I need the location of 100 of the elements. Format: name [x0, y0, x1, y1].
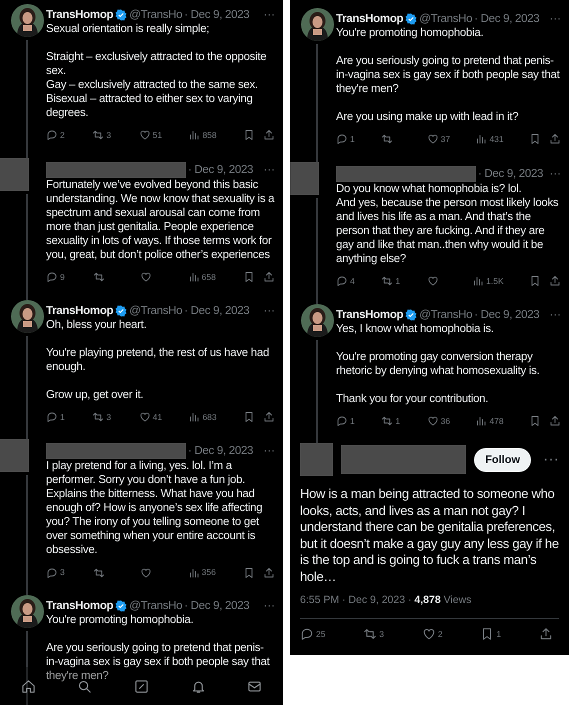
count: 1: [496, 628, 502, 640]
count: 3: [379, 628, 384, 640]
avatar[interactable]: [10, 300, 44, 332]
reply-icon[interactable]: [300, 627, 314, 641]
count: 431: [489, 133, 504, 146]
username[interactable]: @TransHo: [129, 599, 182, 613]
post-date[interactable]: · Dec 9, 2023: [478, 166, 544, 181]
bar-chart-icon[interactable]: [188, 410, 200, 423]
more-button[interactable]: ···: [260, 599, 275, 613]
post-date[interactable]: · Dec 9, 2023: [188, 162, 254, 177]
count: 658: [202, 270, 216, 284]
reply-icon[interactable]: [336, 414, 348, 427]
avatar[interactable]: [10, 4, 44, 37]
heart-icon[interactable]: [422, 627, 436, 641]
share-icon[interactable]: [262, 129, 275, 142]
repost-icon[interactable]: [92, 129, 104, 142]
more-button[interactable]: ···: [539, 448, 559, 472]
bookmark-icon[interactable]: [242, 410, 255, 423]
post-text: Are you seriously going to pretend that penis-in-vagina sex is gay sex if both people say that they're men?: [46, 641, 271, 683]
post-text: Do you know what homophobia is? lol. And yes, because the person most likely looks and lives his life as a man. And that’s the person that they are fucking. And if they are gay and like that man..then why would it be anything else?: [336, 182, 560, 266]
post-date[interactable]: · Dec 9, 2023: [184, 304, 250, 318]
bookmark-icon[interactable]: [243, 566, 255, 579]
share-icon[interactable]: [263, 566, 275, 579]
bar-chart-icon[interactable]: [472, 275, 484, 288]
bell-icon[interactable]: [190, 678, 206, 694]
bookmark-icon[interactable]: [242, 129, 255, 142]
repost-icon[interactable]: [381, 133, 394, 146]
heart-icon[interactable]: [140, 566, 152, 579]
reply-icon[interactable]: [46, 566, 58, 579]
share-icon[interactable]: [263, 271, 275, 284]
share-icon[interactable]: [538, 627, 553, 641]
display-name[interactable]: TransHomop: [46, 8, 114, 22]
share-icon[interactable]: [262, 410, 275, 423]
bookmark-icon[interactable]: [243, 271, 255, 284]
repost-icon[interactable]: [92, 410, 104, 423]
heart-icon[interactable]: [140, 271, 152, 284]
avatar[interactable]: [300, 8, 334, 41]
repost-icon[interactable]: [93, 566, 106, 579]
redaction-block: [0, 158, 29, 191]
reply-icon[interactable]: [336, 275, 348, 288]
bar-chart-icon[interactable]: [475, 414, 488, 427]
count: 683: [202, 410, 217, 424]
reply-icon[interactable]: [336, 133, 348, 146]
bookmark-icon[interactable]: [529, 275, 541, 288]
post-text: Sexual orientation is really simple;: [46, 22, 210, 36]
repost-icon[interactable]: [381, 275, 394, 288]
more-button[interactable]: ···: [260, 304, 275, 318]
count: 356: [202, 566, 216, 579]
share-icon[interactable]: [548, 133, 561, 146]
bookmark-icon[interactable]: [528, 414, 541, 427]
repost-icon[interactable]: [363, 627, 378, 641]
avatar[interactable]: [10, 595, 44, 628]
display-name[interactable]: TransHomop: [336, 308, 404, 322]
heart-icon[interactable]: [426, 275, 439, 288]
post-date[interactable]: · Dec 9, 2023: [184, 8, 250, 22]
count: 3: [106, 129, 112, 142]
share-icon[interactable]: [549, 275, 561, 288]
display-name[interactable]: TransHomop: [46, 304, 114, 318]
avatar[interactable]: [300, 304, 334, 336]
username[interactable]: @TransHo: [419, 308, 472, 322]
more-button[interactable]: ···: [546, 308, 561, 322]
more-button[interactable]: ···: [260, 444, 275, 458]
reply-icon[interactable]: [46, 271, 58, 284]
count: 1: [60, 410, 65, 424]
post-text: How is a man being attracted to someone who looks, acts, and lives as a man not gay? I understand there can be genitalia preferences, but it doesn’t make a gay guy any less gay if he is the top and is going to fuck a trans man’s hole…: [300, 486, 559, 586]
username[interactable]: @TransHo: [419, 12, 472, 26]
reply-icon[interactable]: [46, 129, 58, 142]
username[interactable]: @TransHo: [129, 8, 182, 22]
home-icon[interactable]: [20, 678, 36, 694]
bar-chart-icon[interactable]: [188, 566, 200, 579]
heart-icon[interactable]: [426, 414, 439, 427]
bar-chart-icon[interactable]: [188, 129, 200, 142]
more-button[interactable]: ···: [260, 8, 275, 22]
post-text: Fortunately we’ve evolved beyond this basic understanding. We now know that sexuality is a spectrum and sexual arousal can come from more than just genitalia. People experience sexuality in lots of ways. If those terms work for you, great, but don’t police other’s experiences: [46, 178, 275, 262]
bar-chart-icon[interactable]: [188, 271, 200, 284]
reply-icon[interactable]: [46, 410, 58, 423]
heart-icon[interactable]: [138, 129, 151, 142]
search-icon[interactable]: [77, 678, 92, 694]
post-date[interactable]: · Dec 9, 2023: [474, 308, 540, 322]
repost-icon[interactable]: [93, 271, 106, 284]
bookmark-icon[interactable]: [528, 133, 541, 146]
heart-icon[interactable]: [426, 133, 439, 146]
heart-icon[interactable]: [138, 410, 151, 423]
bar-chart-icon[interactable]: [475, 133, 488, 146]
more-button[interactable]: ···: [260, 162, 275, 177]
compose-icon[interactable]: [134, 678, 149, 694]
repost-icon[interactable]: [381, 414, 394, 427]
post-date[interactable]: · Dec 9, 2023: [474, 12, 540, 26]
username[interactable]: @TransHo: [129, 304, 182, 318]
post-date[interactable]: · Dec 9, 2023: [188, 444, 254, 458]
display-name[interactable]: TransHomop: [46, 599, 114, 613]
mail-icon[interactable]: [247, 678, 262, 694]
post-date[interactable]: · Dec 9, 2023: [184, 599, 250, 613]
display-name[interactable]: TransHomop: [336, 12, 404, 26]
count: 25: [316, 628, 326, 640]
share-icon[interactable]: [548, 414, 561, 427]
more-button[interactable]: ···: [546, 166, 561, 181]
follow-button[interactable]: Follow: [474, 448, 532, 472]
more-button[interactable]: ···: [546, 12, 561, 26]
count: 37: [440, 133, 450, 146]
